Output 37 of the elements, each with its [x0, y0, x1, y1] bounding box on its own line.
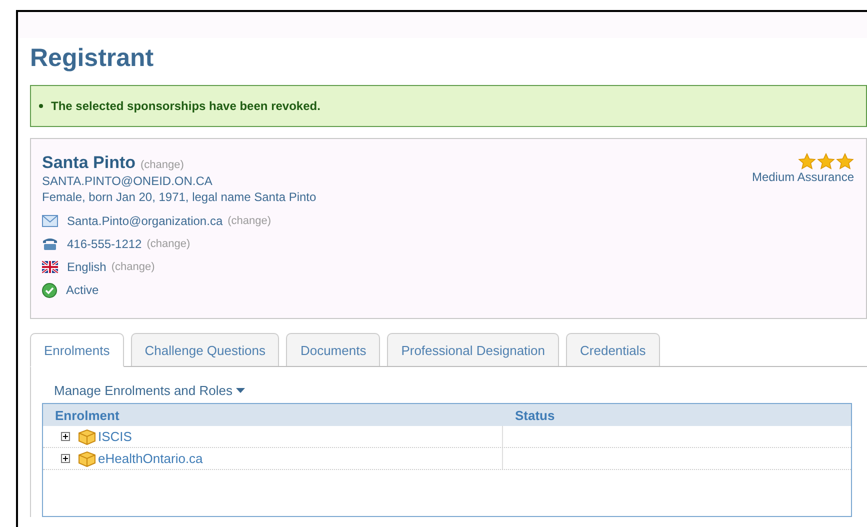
contact-value: English: [67, 260, 106, 274]
change-link[interactable]: (change): [111, 261, 155, 273]
page-title: Registrant: [30, 43, 155, 74]
star-icon: [798, 153, 816, 170]
star-icon: [817, 153, 835, 170]
change-link[interactable]: (change): [228, 215, 272, 227]
alert-message: The selected sponsorships have been revoked.: [51, 99, 320, 113]
enrolment-name[interactable]: eHealthOntario.ca: [98, 451, 203, 466]
caret-icon: [236, 388, 244, 393]
tab[interactable]: Credentials: [566, 333, 660, 366]
column-header: Status: [514, 408, 556, 422]
telephone-icon: [42, 237, 58, 251]
package-icon: [78, 428, 96, 444]
contact-value: Santa.Pinto@organization.ca: [67, 214, 223, 228]
tab[interactable]: Challenge Questions: [130, 333, 280, 366]
expand-icon[interactable]: [61, 432, 70, 441]
tab[interactable]: Enrolments: [30, 333, 124, 367]
package-icon: [78, 450, 96, 466]
column-header: Enrolment: [54, 408, 120, 422]
envelope-icon: [42, 215, 58, 227]
star-icon: [836, 153, 854, 170]
change-link[interactable]: (change): [146, 238, 190, 250]
contact-value: Active: [66, 283, 99, 297]
registrant-name: Santa Pinto: [42, 153, 136, 173]
tab[interactable]: Documents: [286, 333, 380, 366]
change-link[interactable]: (change): [140, 159, 184, 171]
assurance-level: Medium Assurance: [752, 170, 854, 184]
manage-menu[interactable]: Manage Enrolments and Roles: [42, 383, 244, 398]
expand-icon[interactable]: [61, 454, 70, 463]
bullet-icon: [39, 104, 43, 108]
check-circle-icon: [42, 282, 57, 298]
personal-details: Female, born Jan 20, 1971, legal name Santa Pinto: [42, 189, 316, 205]
contact-value: 416-555-1212: [67, 237, 142, 251]
tab[interactable]: Professional Designation: [387, 333, 560, 366]
enrolment-name[interactable]: ISCIS: [98, 429, 132, 444]
flag-icon: [42, 261, 58, 273]
user-id: SANTA.PINTO@ONEID.ON.CA: [42, 173, 214, 189]
